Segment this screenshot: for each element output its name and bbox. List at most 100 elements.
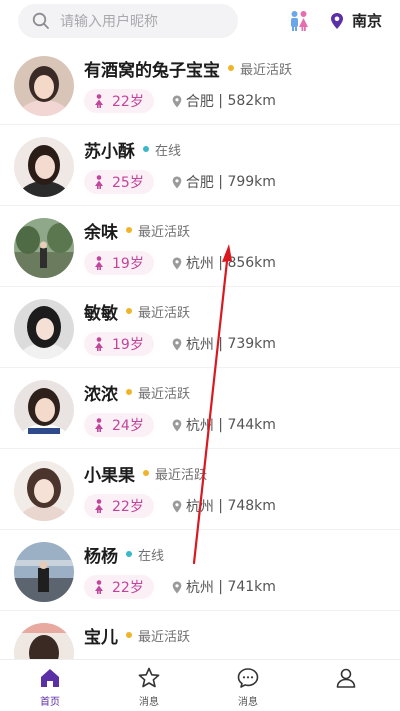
- age-badge: 24岁: [84, 413, 154, 437]
- tab-label: 消息: [139, 697, 159, 708]
- status-dot: [143, 146, 149, 152]
- age-text: 25岁: [112, 175, 144, 191]
- user-name: 浓浓: [84, 384, 118, 405]
- user-distance: 744km: [227, 417, 276, 433]
- location-icon: [172, 176, 182, 188]
- location-pin-icon: [331, 12, 343, 29]
- profile-icon: [336, 668, 356, 688]
- female-person-icon: [95, 337, 103, 351]
- age-text: 22岁: [112, 94, 144, 110]
- location-icon: [172, 257, 182, 269]
- user-name: 杨杨: [84, 546, 118, 567]
- user-name: 小果果: [84, 465, 135, 486]
- user-row[interactable]: 有酒窝的兔子宝宝 最近活跃 22岁 合肥 | 582km: [0, 44, 400, 125]
- age-badge: 19岁: [84, 332, 154, 356]
- age-text: 22岁: [112, 499, 144, 515]
- status-dot: [126, 308, 132, 314]
- age-badge: 25岁: [84, 170, 154, 194]
- separator: |: [213, 93, 228, 109]
- search-placeholder: 请输入用户昵称: [60, 14, 158, 30]
- female-person-icon: [95, 175, 103, 189]
- age-badge: 22岁: [84, 89, 154, 113]
- user-row[interactable]: 敏敏 最近活跃 19岁 杭州 | 739km: [0, 287, 400, 368]
- status-text: 在线: [138, 548, 165, 564]
- separator: |: [213, 336, 228, 352]
- status-dot: [143, 470, 149, 476]
- location-icon: [172, 500, 182, 512]
- avatar[interactable]: [14, 299, 74, 359]
- user-row[interactable]: 宝儿 最近活跃: [0, 611, 400, 659]
- age-badge: 22岁: [84, 494, 154, 518]
- female-person-icon: [95, 256, 103, 270]
- separator: |: [213, 498, 228, 514]
- age-badge: 22岁: [84, 575, 154, 599]
- user-city: 杭州: [185, 256, 214, 272]
- status-dot: [126, 227, 132, 233]
- user-row[interactable]: 小果果 最近活跃 22岁 杭州 | 748km: [0, 449, 400, 530]
- search-input[interactable]: 请输入用户昵称: [18, 4, 238, 38]
- bottom-tab-bar: 首页 消息 消息: [0, 659, 400, 711]
- user-row[interactable]: 苏小酥 在线 25岁 合肥 | 799km: [0, 125, 400, 206]
- location-icon: [172, 419, 182, 431]
- tab-home[interactable]: 首页: [20, 666, 80, 708]
- avatar[interactable]: [14, 542, 74, 602]
- search-icon: [32, 12, 49, 29]
- user-city: 合肥: [185, 175, 214, 191]
- status-dot: [126, 389, 132, 395]
- user-distance: 799km: [227, 174, 276, 190]
- user-distance: 856km: [227, 255, 276, 271]
- user-list[interactable]: 有酒窝的兔子宝宝 最近活跃 22岁 合肥 | 582km 苏小酥 在线 25岁 …: [0, 44, 400, 659]
- tab-messages[interactable]: 消息: [119, 666, 179, 708]
- status-text: 在线: [155, 143, 182, 159]
- user-name: 敏敏: [84, 303, 118, 324]
- chat-bubble-icon: [237, 668, 259, 688]
- top-bar: 请输入用户昵称 南京: [0, 0, 400, 44]
- city-selector[interactable]: 南京: [330, 10, 382, 31]
- separator: |: [213, 255, 228, 271]
- user-distance: 582km: [227, 93, 276, 109]
- separator: |: [213, 174, 228, 190]
- age-badge: 19岁: [84, 251, 154, 275]
- user-city: 杭州: [185, 418, 214, 434]
- status-dot: [126, 632, 132, 638]
- user-distance: 741km: [227, 579, 276, 595]
- user-city: 杭州: [185, 337, 214, 353]
- female-person-icon: [95, 418, 103, 432]
- female-person-icon: [95, 580, 103, 594]
- status-text: 最近活跃: [138, 305, 191, 321]
- tab-label: 消息: [238, 697, 258, 708]
- avatar[interactable]: [14, 380, 74, 440]
- user-city: 杭州: [185, 580, 214, 596]
- status-text: 最近活跃: [240, 62, 293, 78]
- avatar[interactable]: [14, 137, 74, 197]
- avatar[interactable]: [14, 623, 74, 659]
- avatar[interactable]: [14, 56, 74, 116]
- status-dot: [228, 65, 234, 71]
- age-text: 22岁: [112, 580, 144, 596]
- avatar[interactable]: [14, 461, 74, 521]
- user-city: 合肥: [185, 94, 214, 110]
- avatar[interactable]: [14, 218, 74, 278]
- separator: |: [213, 579, 228, 595]
- location-icon: [172, 338, 182, 350]
- gender-filter-icon[interactable]: [288, 10, 310, 32]
- user-row[interactable]: 浓浓 最近活跃 24岁 杭州 | 744km: [0, 368, 400, 449]
- user-row[interactable]: 余味 最近活跃 19岁 杭州 | 856km: [0, 206, 400, 287]
- status-dot: [126, 551, 132, 557]
- home-icon: [41, 669, 59, 687]
- female-person-icon: [95, 499, 103, 513]
- user-distance: 748km: [227, 498, 276, 514]
- user-name: 有酒窝的兔子宝宝: [84, 60, 220, 81]
- age-text: 19岁: [112, 337, 144, 353]
- user-name: 苏小酥: [84, 141, 135, 162]
- location-icon: [172, 95, 182, 107]
- status-text: 最近活跃: [138, 224, 191, 240]
- status-text: 最近活跃: [155, 467, 208, 483]
- user-city: 杭州: [185, 499, 214, 515]
- user-row[interactable]: 杨杨 在线 22岁 杭州 | 741km: [0, 530, 400, 611]
- tab-profile[interactable]: [316, 666, 376, 708]
- city-label: 南京: [352, 12, 383, 30]
- age-text: 19岁: [112, 256, 144, 272]
- tab-chat[interactable]: 消息: [218, 666, 278, 708]
- age-text: 24岁: [112, 418, 144, 434]
